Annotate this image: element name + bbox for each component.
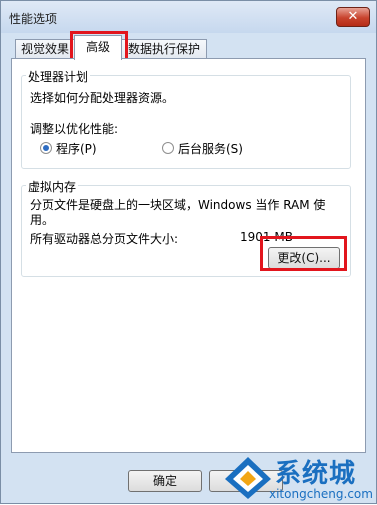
watermark-text: 系统城: [275, 459, 357, 489]
adjust-performance-label: 调整以优化性能:: [30, 122, 119, 136]
tab-advanced[interactable]: 高级: [74, 35, 122, 60]
tab-strip: 视觉效果 高级 数据执行保护: [1, 33, 376, 60]
radio-background-services-label[interactable]: 后台服务(S): [178, 140, 243, 157]
window-title: 性能选项: [9, 12, 58, 26]
radio-programs-label[interactable]: 程序(P): [56, 140, 97, 157]
change-button-highlight-box: [260, 236, 347, 271]
watermark-url: xitongcheng.com: [269, 487, 373, 501]
tab-data-execution-prevention[interactable]: 数据执行保护: [121, 39, 207, 59]
total-paging-size-label: 所有驱动器总分页文件大小:: [30, 232, 179, 246]
radio-programs[interactable]: [40, 142, 52, 154]
virtual-memory-description-line1: 分页文件是硬盘上的一块区域，Windows 当作 RAM 使: [30, 198, 326, 212]
performance-options-window: 性能选项 ✕ 视觉效果 高级 数据执行保护 处理器计划 选择如何分配处理器资源。…: [0, 0, 377, 504]
watermark-logo-icon: [225, 457, 271, 499]
ok-button[interactable]: 确定: [128, 470, 202, 492]
close-button[interactable]: ✕: [336, 7, 370, 27]
watermark: 系统城 xitongcheng.com: [219, 453, 377, 505]
virtual-memory-description-line2: 用。: [30, 213, 55, 227]
processor-group-label: 处理器计划: [26, 68, 91, 85]
title-bar: 性能选项 ✕: [1, 1, 376, 33]
radio-background-services[interactable]: [162, 142, 174, 154]
tab-visual-effects[interactable]: 视觉效果: [15, 39, 75, 59]
processor-description: 选择如何分配处理器资源。: [30, 91, 175, 105]
virtual-memory-group-label: 虚拟内存: [26, 178, 79, 195]
